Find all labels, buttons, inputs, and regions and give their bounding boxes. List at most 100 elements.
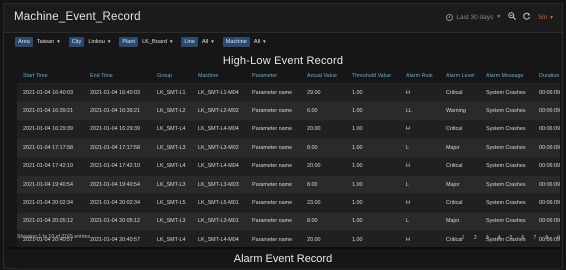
table-cell: H bbox=[400, 119, 440, 139]
table-cell: Parameter name bbox=[246, 138, 301, 158]
filter-label-area: Area bbox=[15, 36, 33, 47]
page-link[interactable]: 5 bbox=[510, 235, 513, 241]
table-cell: Parameter name bbox=[246, 101, 301, 121]
table-row[interactable]: 2021-01-04 16:40:03 2021-01-04 16:40:03 LK… bbox=[17, 82, 560, 102]
table-cell: 2021-01-04 16:39:21 bbox=[17, 101, 84, 121]
table-cell: LK_SMT-L5 bbox=[151, 193, 192, 213]
refresh-interval-picker[interactable]: 5m ▼ bbox=[538, 14, 554, 21]
page-link[interactable]: 9 bbox=[557, 235, 560, 241]
table-cell: 00:06:09 bbox=[533, 138, 560, 158]
chevron-down-icon: ▼ bbox=[168, 39, 174, 44]
table-body: 2021-01-04 16:40:03 2021-01-04 16:40:03 LK… bbox=[17, 82, 560, 249]
table-cell: Parameter name bbox=[246, 211, 301, 231]
table-cell: Major bbox=[440, 174, 480, 194]
clock-icon bbox=[446, 13, 454, 21]
pagination: 1 2 3 4 5 6 7 8 9 bbox=[462, 235, 560, 241]
table-cell: 2021-01-04 16:29:39 bbox=[84, 119, 151, 139]
page-link[interactable]: 8 bbox=[545, 235, 548, 241]
table-cell: 2021-01-04 20:02:34 bbox=[84, 193, 151, 213]
column-header-end-time[interactable]: End Time bbox=[84, 69, 151, 84]
table-cell: System Crashes bbox=[480, 156, 533, 176]
page-link[interactable]: 4 bbox=[498, 235, 501, 241]
table-cell: Warning bbox=[440, 101, 480, 121]
table-cell: Critical bbox=[440, 156, 480, 176]
table-cell: L bbox=[400, 174, 440, 194]
table-cell: LK_SMT-L2-M02 bbox=[192, 101, 246, 121]
page-link[interactable]: 7 bbox=[533, 235, 536, 241]
table-cell: 00:06:09 bbox=[533, 82, 560, 102]
table-cell: System Crashes bbox=[480, 193, 533, 213]
table-cell: Parameter name bbox=[246, 174, 301, 194]
table-cell: Critical bbox=[440, 119, 480, 139]
table-cell: Major bbox=[440, 138, 480, 158]
table-cell: 8.00 bbox=[301, 138, 346, 158]
dashboard-title[interactable]: Machine_Event_Record bbox=[14, 11, 141, 23]
table-cell: LK_SMT-L4 bbox=[151, 156, 192, 176]
table-cell: 00:06:09 bbox=[533, 156, 560, 176]
column-header-group[interactable]: Group bbox=[151, 69, 192, 84]
zoom-out-icon[interactable] bbox=[508, 12, 517, 22]
table-cell: 2021-01-04 20:05:12 bbox=[84, 211, 151, 231]
filter-select-area[interactable]: Taiwan ▼ bbox=[37, 39, 61, 45]
table-cell: LK_SMT-L3 bbox=[151, 138, 192, 158]
table-cell: 1.00 bbox=[346, 174, 400, 194]
filter-label-machine: Machine bbox=[222, 36, 250, 47]
page-link[interactable]: 3 bbox=[486, 235, 489, 241]
table-cell: 2021-01-04 17:17:58 bbox=[84, 138, 151, 158]
table-cell: LK_SMT-L1 bbox=[151, 82, 192, 102]
filter-select-machine[interactable]: All ▼ bbox=[254, 39, 267, 45]
refresh-icon[interactable] bbox=[523, 12, 531, 22]
table-cell: 1.00 bbox=[346, 138, 400, 158]
table-row[interactable]: 2021-01-04 17:42:10 2021-01-04 17:42:10 LK… bbox=[17, 156, 560, 176]
table-cell: H bbox=[400, 156, 440, 176]
table-row[interactable]: 2021-01-04 20:02:34 2021-01-04 20:02:34 LK… bbox=[17, 193, 560, 213]
table-cell: 2021-01-04 16:40:03 bbox=[17, 82, 84, 102]
column-header-threshold-value[interactable]: Threshold Value bbox=[346, 69, 400, 84]
column-header-alarm-rule[interactable]: Alarm Rule bbox=[400, 69, 440, 84]
table-cell: Parameter name bbox=[246, 119, 301, 139]
table-row[interactable]: 2021-01-04 16:39:21 2021-01-04 16:39:21 LK… bbox=[17, 101, 560, 121]
table-cell: H bbox=[400, 82, 440, 102]
table-row[interactable]: 2021-01-04 16:29:39 2021-01-04 16:29:39 LK… bbox=[17, 119, 560, 139]
filter-select-line[interactable]: All ▼ bbox=[202, 39, 215, 45]
table-cell: LK_SMT-L1-M04 bbox=[192, 82, 246, 102]
table-cell: System Crashes bbox=[480, 119, 533, 139]
time-range-picker[interactable]: Last 30 days ▼ bbox=[446, 13, 501, 21]
time-range-label: Last 30 days bbox=[456, 13, 494, 21]
page-link[interactable]: 6 bbox=[521, 235, 524, 241]
table-row[interactable]: 2021-01-04 20:05:12 2021-01-04 20:05:12 LK… bbox=[17, 211, 560, 231]
filter-label-city: City bbox=[68, 36, 85, 47]
page-link[interactable]: 1 bbox=[462, 235, 465, 241]
table-cell: 1.00 bbox=[346, 193, 400, 213]
filter-label-line: Line bbox=[181, 36, 198, 47]
column-header-alarm-level[interactable]: Alarm Level bbox=[440, 69, 480, 84]
table-cell: 2021-01-04 16:40:03 bbox=[84, 82, 151, 102]
table-row[interactable]: 2021-01-04 17:17:58 2021-01-04 17:17:58 LK… bbox=[17, 138, 560, 158]
table-cell: 00:06:09 bbox=[533, 119, 560, 139]
page-link[interactable]: 2 bbox=[474, 235, 477, 241]
table-cell: H bbox=[400, 193, 440, 213]
filter-select-city[interactable]: Linkou ▼ bbox=[88, 39, 111, 45]
table-cell: Major bbox=[440, 211, 480, 231]
filter-select-plant[interactable]: LK_Board ▼ bbox=[142, 39, 173, 45]
column-header-alarm-message[interactable]: Alarm Message bbox=[480, 69, 533, 84]
column-header-duration[interactable]: Duration bbox=[533, 69, 560, 84]
table-cell: L bbox=[400, 211, 440, 231]
table-cell: LK_SMT-L3 bbox=[151, 174, 192, 194]
table-cell: LK_SMT-L5-M01 bbox=[192, 193, 246, 213]
event-table: Start Time End Time Group Machine Parame… bbox=[17, 69, 560, 249]
chevron-down-icon: ▼ bbox=[106, 39, 112, 44]
filter-bar: Area Taiwan ▼ City Linkou ▼ Plant LK_Board… bbox=[4, 33, 562, 50]
table-cell: 8.00 bbox=[301, 211, 346, 231]
table-cell: 23.00 bbox=[301, 193, 346, 213]
table-row[interactable]: 2021-01-04 19:40:54 2021-01-04 19:40:54 LK… bbox=[17, 174, 560, 194]
column-header-actual-value[interactable]: Actual Value bbox=[301, 69, 346, 84]
column-header-machine[interactable]: Machine bbox=[192, 69, 246, 84]
table-cell: 1.00 bbox=[346, 119, 400, 139]
alarm-event-panel-title: Alarm Event Record bbox=[233, 253, 333, 265]
table-cell: System Crashes bbox=[480, 101, 533, 121]
column-header-parameter[interactable]: Parameter bbox=[246, 69, 301, 84]
table-cell: 1.00 bbox=[346, 156, 400, 176]
column-header-start-time[interactable]: Start Time bbox=[17, 69, 84, 84]
table-cell: LL bbox=[400, 101, 440, 121]
